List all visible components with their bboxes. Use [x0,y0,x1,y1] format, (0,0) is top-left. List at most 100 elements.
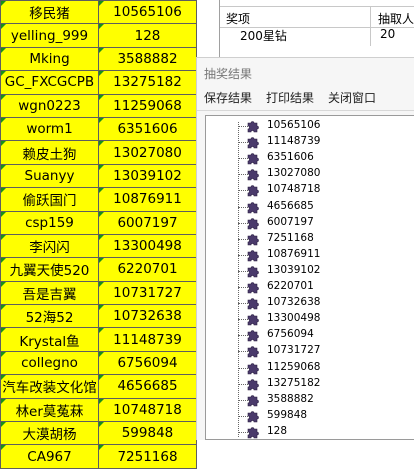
sheet-row[interactable]: 赖皮土狗 13027080 [0,140,197,165]
sheet-row[interactable]: 李闪闪 13300498 [0,233,197,259]
tree-item[interactable]: 6220701 [206,279,406,295]
cell-user-id[interactable]: 599848 [98,421,197,446]
sheet-row[interactable]: CA967 7251168 [0,444,197,469]
sheet-row[interactable]: 汽车改装文化馆 4656685 [0,374,197,399]
cell-user-id[interactable]: 13027080 [98,140,197,165]
cell-username[interactable]: 林er莫菟菻 [0,397,99,423]
tree-item[interactable]: 13027080 [206,166,406,182]
sheet-row[interactable]: 移民猪 10565106 [0,0,197,25]
tree-item[interactable]: 10748718 [206,182,406,198]
sheet-row[interactable]: collegno 6756094 [0,350,197,376]
cell-user-id[interactable]: 11148739 [98,327,197,352]
tree-item[interactable]: 13300498 [206,311,406,327]
puzzle-piece-icon [246,135,260,149]
cell-user-id[interactable]: 13275182 [98,70,197,95]
cell-user-id[interactable]: 10565106 [98,0,197,25]
tree-item[interactable]: 6351606 [206,150,406,166]
cell-username[interactable]: Mking [0,46,99,72]
cell-marker-icon [99,48,104,53]
cell-user-id[interactable]: 3588882 [98,46,197,72]
cell-username[interactable]: 偷跃国门 [0,187,99,212]
sheet-row[interactable]: Suanyy 13039102 [0,163,197,189]
cell-user-id[interactable]: 4656685 [98,374,197,399]
cell-user-id[interactable]: 13300498 [98,233,197,259]
cell-user-id[interactable]: 10731727 [98,280,197,306]
cell-marker-icon [1,1,6,6]
tree-item[interactable]: 13275182 [206,376,406,392]
cell-user-id[interactable]: 13039102 [98,163,197,189]
cell-user-id[interactable]: 6756094 [98,350,197,376]
sheet-row[interactable]: Krystal鱼 11148739 [0,327,197,352]
cell-username[interactable]: 吾是吉翼 [0,280,99,306]
sheet-row[interactable]: wgn0223 11259068 [0,93,197,118]
tree-item[interactable]: 10731727 [206,343,406,359]
cell-username[interactable]: GC_FXCGCPB [0,70,99,95]
sheet-row[interactable]: csp159 6007197 [0,210,197,235]
tree-item[interactable]: 11148739 [206,134,406,150]
cell-marker-icon [99,188,104,194]
cell-username[interactable]: yelling_999 [0,23,99,48]
sheet-row[interactable]: 大漠胡杨 599848 [0,421,197,446]
tree-item[interactable]: 6007197 [206,215,406,231]
tree-item[interactable]: 13039102 [206,263,406,279]
cell-username[interactable]: worm1 [0,116,99,142]
cell-user-id[interactable]: 6351606 [98,116,197,142]
tree-item[interactable]: 4656685 [206,199,406,215]
cell-marker-icon [99,258,104,264]
cell-username[interactable]: 九翼天使520 [0,257,99,282]
tree-item[interactable]: 128 [206,424,406,439]
cell-username[interactable]: csp159 [0,210,99,235]
tree-item[interactable]: 599848 [206,408,406,424]
cell-username[interactable]: 赖皮土狗 [0,140,99,165]
puzzle-piece-icon [246,280,260,294]
cell-username[interactable]: Suanyy [0,163,99,189]
sheet-row[interactable]: 偷跃国门 10876911 [0,187,197,212]
results-tree[interactable]: 10565106 11148739 6351606 13027080 10748718 4… [205,115,414,440]
sheet-body: 移民猪 10565106 yelling_999 128 Mking 3588882 GC_… [0,0,197,469]
cell-username[interactable]: 移民猪 [0,0,99,25]
cell-user-id[interactable]: 10732638 [98,304,197,329]
sheet-row[interactable]: Mking 3588882 [0,46,197,72]
sheet-row[interactable]: 吾是吉翼 10731727 [0,280,197,306]
cell-marker-icon [1,141,6,147]
tree-item-label: 13300498 [267,312,321,325]
cell-username[interactable]: CA967 [0,444,99,469]
print-results-button[interactable]: 打印结果 [266,89,314,106]
username-text: CA967 [27,448,72,465]
tree-item[interactable]: 10732638 [206,295,406,311]
sheet-row[interactable]: 林er莫菟菻 10748718 [0,397,197,423]
tree-item[interactable]: 10876911 [206,247,406,263]
cell-username[interactable]: Krystal鱼 [0,327,99,352]
sheet-row[interactable]: worm1 6351606 [0,116,197,142]
cell-user-id[interactable]: 10876911 [98,187,197,212]
username-text: wgn0223 [18,97,81,114]
tree-item[interactable]: 3588882 [206,392,406,408]
tree-item[interactable]: 7251168 [206,231,406,247]
tree-item[interactable]: 11259068 [206,360,406,376]
tree-item[interactable]: 6756094 [206,327,406,343]
cell-username[interactable]: wgn0223 [0,93,99,118]
cell-username[interactable]: 大漠胡杨 [0,421,99,446]
save-results-button[interactable]: 保存结果 [204,89,252,106]
cell-user-id[interactable]: 6007197 [98,210,197,235]
cell-username[interactable]: 李闪闪 [0,233,99,259]
cell-username[interactable]: collegno [0,350,99,376]
sheet-row[interactable]: GC_FXCGCPB 13275182 [0,70,197,95]
puzzle-piece-icon [246,312,260,326]
sheet-row[interactable]: 52海52 10732638 [0,304,197,329]
cell-user-id[interactable]: 128 [98,23,197,48]
close-window-button[interactable]: 关闭窗口 [328,89,376,106]
cell-user-id[interactable]: 11259068 [98,93,197,118]
sheet-row[interactable]: 九翼天使520 6220701 [0,257,197,282]
cell-user-id[interactable]: 7251168 [98,444,197,469]
results-dialog: 抽奖结果 保存结果 打印结果 关闭窗口 10565106 11148739 6351… [196,57,414,440]
cell-user-id[interactable]: 6220701 [98,257,197,282]
cell-username[interactable]: 52海52 [0,304,99,329]
user-id-text: 11259068 [113,97,182,114]
tree-item-label: 10732638 [267,296,321,309]
cell-user-id[interactable]: 10748718 [98,397,197,423]
sheet-row[interactable]: yelling_999 128 [0,23,197,48]
tree-item[interactable]: 10565106 [206,118,406,134]
username-text: worm1 [26,121,73,138]
cell-username[interactable]: 汽车改装文化馆 [0,374,99,399]
